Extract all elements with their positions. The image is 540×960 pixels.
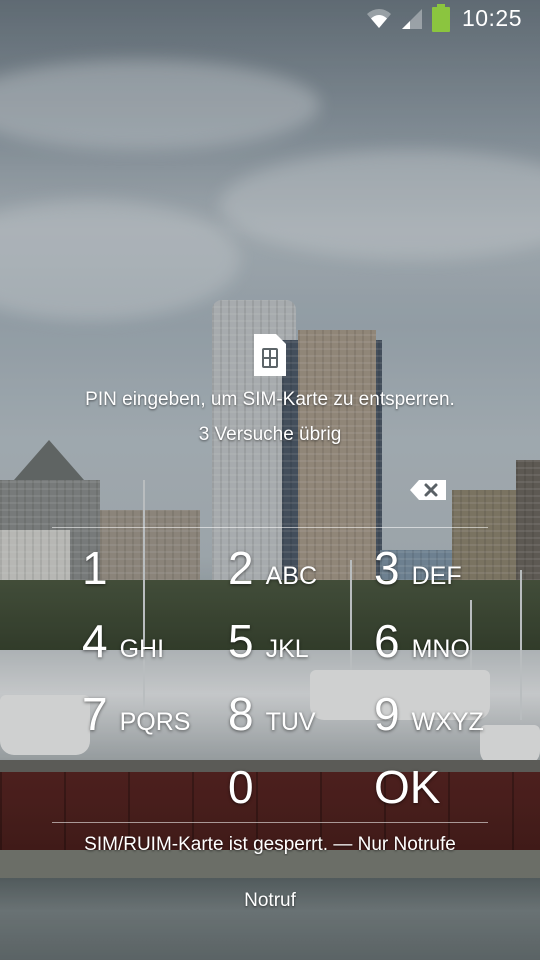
delete-button[interactable]	[408, 478, 452, 506]
key-digit: 1	[82, 542, 108, 594]
key-letters: JKL	[265, 635, 309, 663]
key-4[interactable]: 4 GHI	[82, 618, 164, 664]
key-letters: WXYZ	[411, 708, 484, 736]
key-digit: 4	[82, 615, 108, 667]
divider	[52, 822, 488, 823]
key-9[interactable]: 9 WXYZ	[374, 691, 484, 737]
ok-button[interactable]: OK	[374, 764, 440, 810]
key-8[interactable]: 8 TUV	[228, 691, 316, 737]
key-1[interactable]: 1	[82, 545, 120, 591]
key-letters: PQRS	[119, 708, 191, 736]
key-3[interactable]: 3 DEF	[374, 545, 462, 591]
key-digit: 3	[374, 542, 400, 594]
pin-entry-field[interactable]	[52, 527, 488, 528]
status-clock: 10:25	[461, 4, 522, 31]
battery-icon	[431, 4, 450, 32]
wallpaper-dim	[0, 0, 540, 960]
status-icons: 10:25	[366, 4, 522, 32]
key-digit: 7	[82, 688, 108, 740]
status-bar: 10:25	[0, 0, 540, 36]
key-letters: GHI	[119, 635, 165, 663]
signal-icon	[400, 6, 424, 30]
attempts-remaining: 3 Versuche übrig	[198, 424, 342, 445]
pin-prompt: PIN eingeben, um SIM-Karte zu entsperren…	[85, 389, 455, 410]
key-digit: 8	[228, 688, 254, 740]
key-7[interactable]: 7 PQRS	[82, 691, 190, 737]
key-2[interactable]: 2 ABC	[228, 545, 317, 591]
wifi-icon	[366, 6, 392, 30]
key-digit: 9	[374, 688, 400, 740]
key-6[interactable]: 6 MNO	[374, 618, 470, 664]
key-digit: 2	[228, 542, 254, 594]
key-digit: 6	[374, 615, 400, 667]
key-0[interactable]: 0	[228, 764, 254, 810]
key-digit: 5	[228, 615, 254, 667]
carrier-status: SIM/RUIM-Karte ist gesperrt. — Nur Notru…	[84, 834, 456, 855]
key-letters: ABC	[265, 562, 317, 590]
sim-card-icon	[254, 334, 286, 376]
key-5[interactable]: 5 JKL	[228, 618, 309, 664]
lockscreen-wallpaper	[0, 0, 540, 960]
key-letters: MNO	[411, 635, 470, 663]
key-letters: TUV	[265, 708, 316, 736]
key-digit: 0	[228, 761, 254, 813]
backspace-icon	[410, 480, 446, 500]
key-letters: DEF	[411, 562, 462, 590]
ok-label: OK	[374, 761, 441, 813]
emergency-call-button[interactable]: Notruf	[200, 884, 340, 918]
